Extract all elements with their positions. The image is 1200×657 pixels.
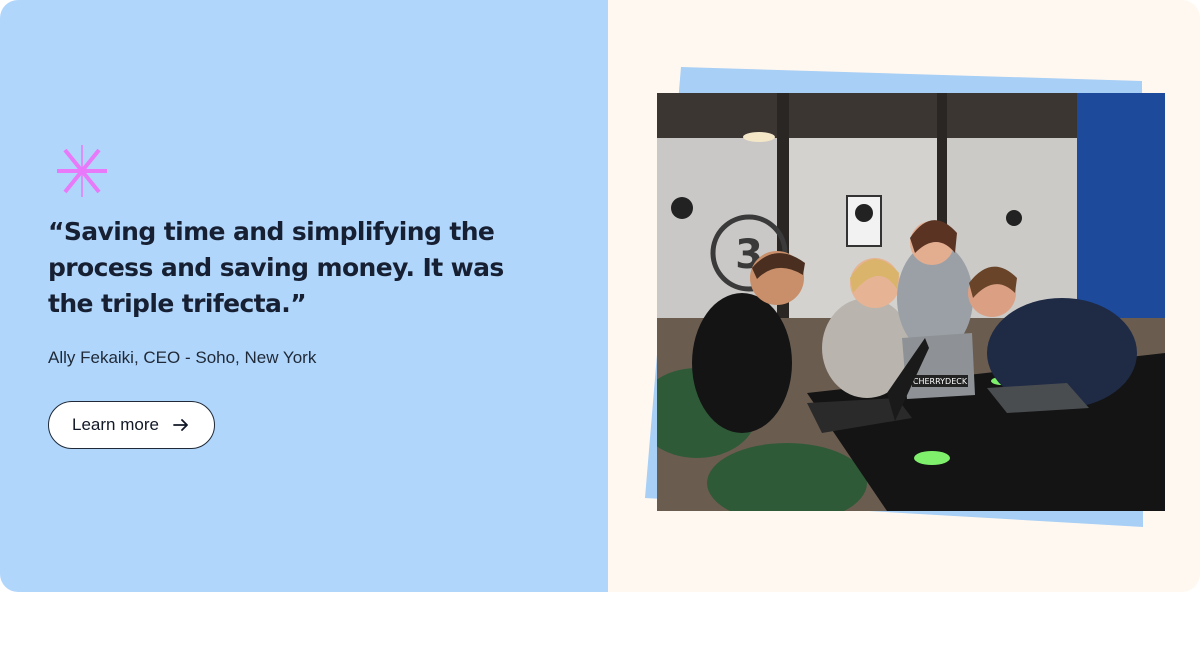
laptop-sticker-text: CHERRYDECK <box>913 377 968 386</box>
sparkle-icon <box>57 145 107 197</box>
testimonial-panel: “Saving time and simplifying the process… <box>0 0 608 592</box>
learn-more-label: Learn more <box>72 415 159 434</box>
photo-panel: 3 CHERRYDECK <box>608 0 1200 592</box>
testimonial-author: Ally Fekaiki, CEO - Soho, New York <box>48 348 317 367</box>
photo-composition: 3 CHERRYDECK <box>608 0 1200 592</box>
testimonial-quote: “Saving time and simplifying the process… <box>48 217 504 318</box>
learn-more-button[interactable]: Learn more <box>48 401 215 449</box>
arrow-right-icon <box>173 419 188 431</box>
team-meeting-photo: 3 CHERRYDECK <box>657 93 1165 511</box>
testimonial-card: “Saving time and simplifying the process… <box>0 0 1200 592</box>
